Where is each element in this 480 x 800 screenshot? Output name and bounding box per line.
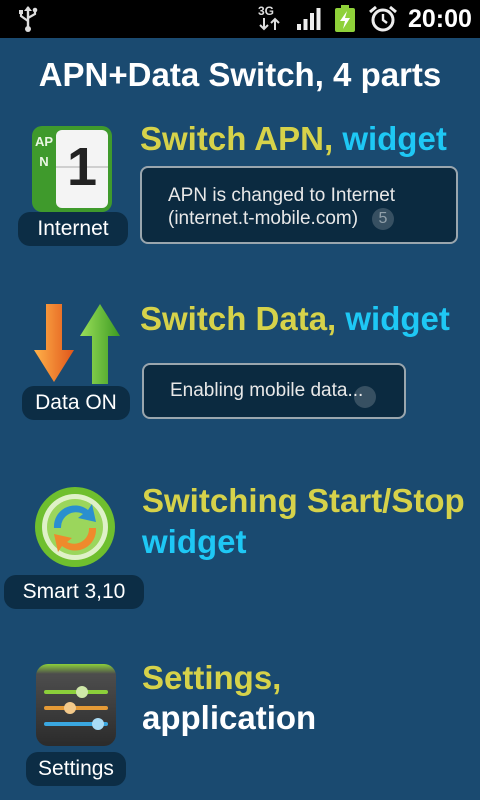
toast-ghost-icon: 5 bbox=[372, 208, 394, 230]
apn-side-text: APN bbox=[34, 134, 54, 169]
status-bar: 3G 20:00 bbox=[0, 0, 480, 38]
heading-settings-application: Settings, application bbox=[142, 659, 317, 736]
smart-switching-widget-icon[interactable] bbox=[32, 484, 118, 570]
network-3g-icon: 3G bbox=[257, 4, 283, 32]
heading-switch-data: Switch Data, widget bbox=[140, 300, 450, 337]
usb-icon bbox=[19, 6, 38, 32]
apn-toast: APN is changed to Internet (internet.t-m… bbox=[140, 166, 458, 244]
smart-switching-icon bbox=[35, 487, 115, 567]
alarm-icon bbox=[369, 5, 397, 32]
battery-charging-icon bbox=[335, 5, 355, 32]
apn-number-badge: 1 bbox=[66, 137, 98, 197]
clock-time: 20:00 bbox=[408, 5, 472, 33]
data-switch-arrows-icon bbox=[34, 304, 120, 384]
data-widget-label[interactable]: Data ON bbox=[22, 386, 130, 420]
heading-switch-apn: Switch APN, widget bbox=[140, 120, 447, 157]
settings-sliders-icon bbox=[36, 664, 116, 746]
data-switch-widget-icon[interactable] bbox=[34, 300, 120, 386]
settings-label[interactable]: Settings bbox=[26, 752, 126, 786]
signal-icon bbox=[297, 8, 321, 30]
smart-widget-label[interactable]: Smart 3,10 bbox=[4, 575, 144, 609]
apn-widget-label[interactable]: Internet bbox=[18, 212, 128, 246]
page-title: APN+Data Switch, 4 parts bbox=[38, 56, 442, 93]
toast-ghost-icon bbox=[354, 386, 376, 408]
heading-switching-start-stop: Switching Start/Stop widget bbox=[142, 482, 465, 560]
apn-switch-widget-icon[interactable]: APN 1 bbox=[30, 124, 114, 214]
settings-app-icon[interactable] bbox=[34, 662, 118, 748]
